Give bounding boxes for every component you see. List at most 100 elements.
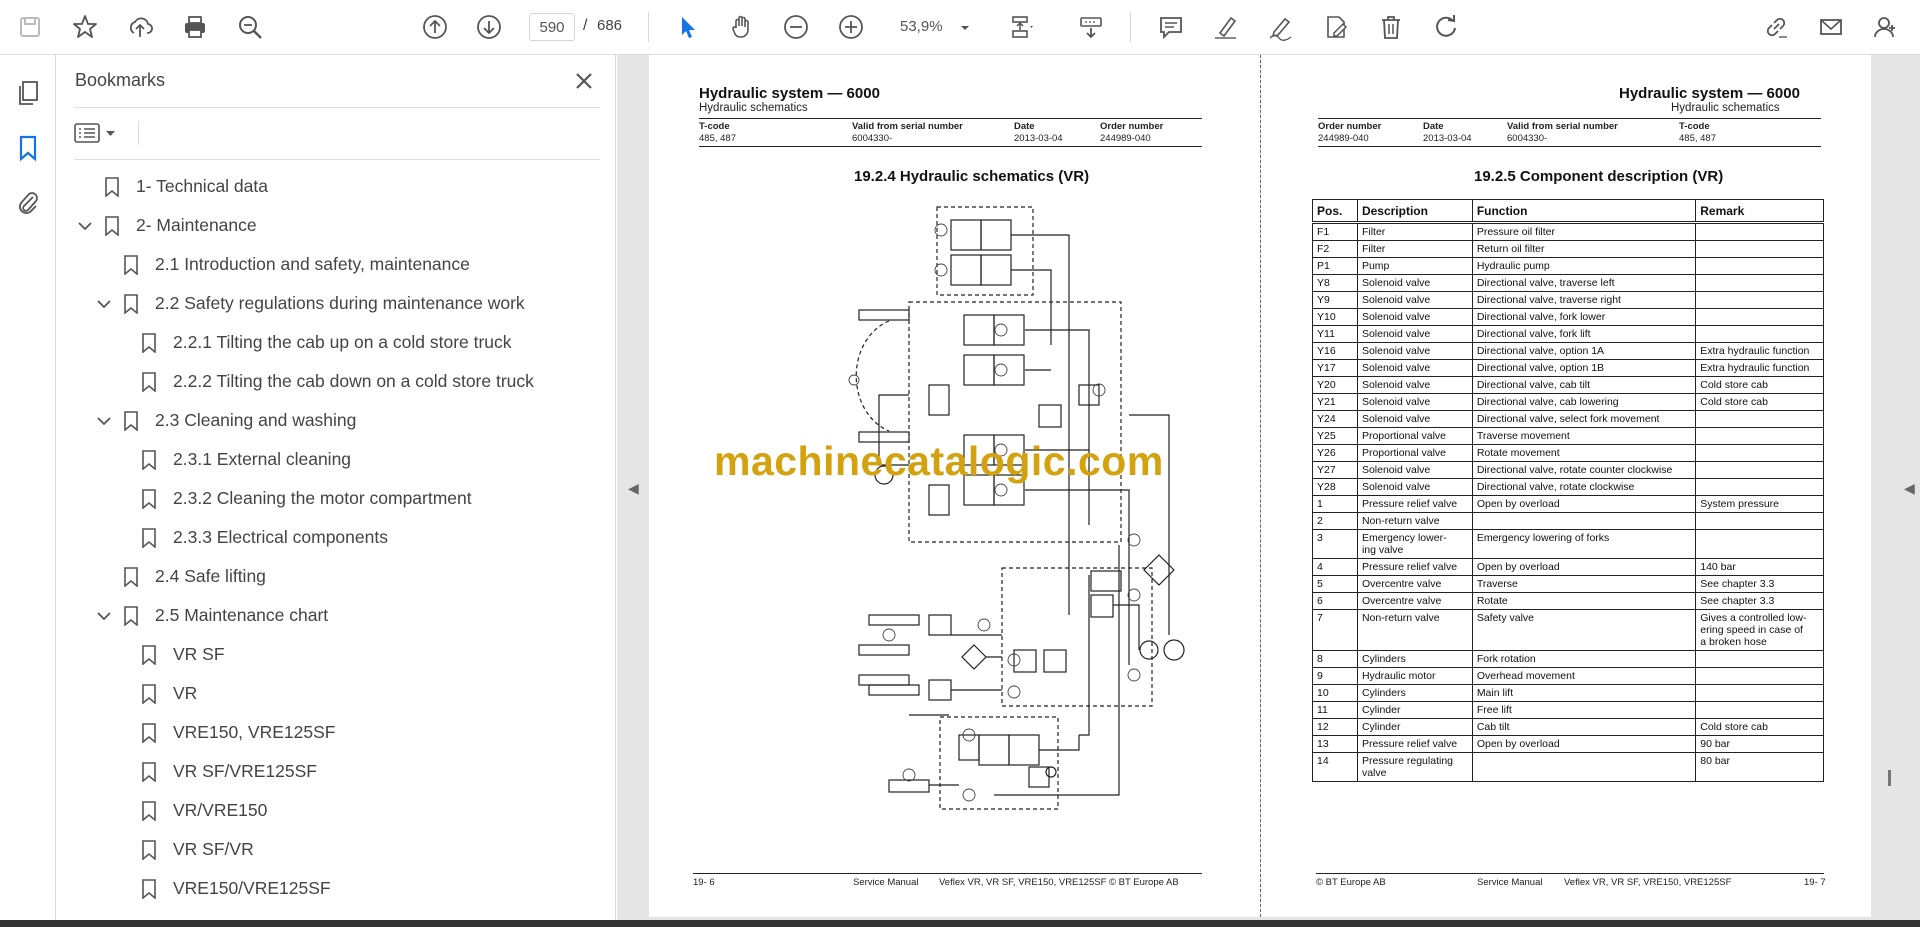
table-row: Y27 Solenoid valve Directional valve, rota…: [1312, 461, 1824, 479]
bookmark-item[interactable]: VRE150, VRE125SF: [111, 713, 335, 752]
bookmarks-icon[interactable]: [12, 132, 44, 164]
comment-icon[interactable]: [1153, 9, 1189, 45]
table-cell: 140 bar: [1695, 558, 1824, 576]
print-icon[interactable]: [177, 9, 213, 45]
table-cell: Traverse: [1471, 575, 1697, 593]
page-fit-icon[interactable]: [1004, 9, 1040, 45]
bookmark-item[interactable]: 2.2 Safety regulations during maintenanc…: [93, 284, 525, 323]
bookmark-item[interactable]: 2.1 Introduction and safety, maintenance: [93, 245, 470, 284]
footer-rule: [693, 873, 1202, 874]
page-subtitle: Hydraulic schematics: [699, 102, 808, 114]
table-cell: 10: [1312, 684, 1358, 702]
delete-icon[interactable]: [1373, 9, 1409, 45]
bookmark-item[interactable]: 2.2.1 Tilting the cab up on a cold store…: [111, 323, 512, 362]
scroll-mode-icon[interactable]: [1073, 9, 1109, 45]
highlight-pen-icon[interactable]: [1208, 9, 1244, 45]
footer-page-number: 19- 7: [1804, 877, 1826, 888]
chevron-down-icon[interactable]: [93, 293, 115, 315]
table-cell: Y26: [1312, 444, 1358, 462]
bookmark-label: VR: [173, 683, 198, 703]
bookmark-flag-icon: [139, 838, 159, 862]
chevron-down-icon[interactable]: [74, 215, 96, 237]
draw-signature-icon[interactable]: [1263, 9, 1299, 45]
table-cell: Cold store cab: [1695, 376, 1824, 394]
attachments-icon[interactable]: [12, 187, 44, 219]
bookmark-label: 2.2.2 Tilting the cab down on a cold sto…: [173, 371, 534, 391]
collapse-left-panel-icon[interactable]: ◀: [628, 480, 639, 497]
table-cell: 6: [1312, 592, 1358, 610]
edit-document-icon[interactable]: [1318, 9, 1354, 45]
table-cell: Traverse movement: [1471, 427, 1697, 445]
next-page-icon[interactable]: [471, 9, 507, 45]
email-icon[interactable]: [1813, 9, 1849, 45]
zoom-search-icon[interactable]: [232, 9, 268, 45]
expand-right-panel-icon[interactable]: ◀: [1904, 480, 1915, 497]
table-cell: Non-return valve: [1356, 609, 1473, 651]
bookmark-item[interactable]: 2.4 Safe lifting: [93, 557, 266, 596]
bookmark-item[interactable]: 2.3.2 Cleaning the motor compartment: [111, 479, 472, 518]
bookmark-item[interactable]: 1- Technical data: [74, 167, 268, 206]
zoom-level-select[interactable]: 53,9%: [890, 13, 980, 41]
hand-tool-icon[interactable]: [724, 9, 760, 45]
table-cell: Proportional valve: [1356, 444, 1473, 462]
table-row: 2 Non-return valve: [1312, 512, 1824, 530]
page-number-input[interactable]: 590: [529, 13, 575, 41]
previous-page-icon[interactable]: [417, 9, 453, 45]
bookmark-item[interactable]: VRE150/VRE125SF: [111, 869, 331, 908]
bookmark-item[interactable]: 2.2.2 Tilting the cab down on a cold sto…: [111, 362, 534, 401]
page-thumbnails-icon[interactable]: [12, 77, 44, 109]
close-icon[interactable]: [572, 69, 596, 93]
table-cell: [1695, 410, 1824, 428]
bookmark-item[interactable]: VR/VRE150: [111, 791, 267, 830]
table-row: 4 Pressure relief valve Open by overload 14…: [1312, 558, 1824, 576]
footer-copyright: © BT Europe AB: [1316, 877, 1386, 888]
bookmark-item[interactable]: 2.3 Cleaning and washing: [93, 401, 356, 440]
table-cell: Directional valve, option 1B: [1471, 359, 1697, 377]
table-cell: Directional valve, cab tilt: [1471, 376, 1697, 394]
table-cell: Filter: [1356, 222, 1473, 241]
table-row: F1 Filter Pressure oil filter: [1312, 222, 1824, 241]
bookmark-flag-icon: [139, 448, 159, 472]
table-cell: Open by overload: [1471, 495, 1697, 513]
bookmark-item[interactable]: VR SF: [111, 635, 225, 674]
save-icon[interactable]: [12, 9, 48, 45]
table-row: 7 Non-return valve Safety valve Gives a con…: [1312, 609, 1824, 651]
table-cell: 11: [1312, 701, 1358, 719]
table-cell: 9: [1312, 667, 1358, 685]
rotate-icon[interactable]: [1428, 9, 1464, 45]
select-cursor-icon[interactable]: [669, 9, 705, 45]
bookmark-item[interactable]: 2- Maintenance: [74, 206, 257, 245]
star-icon[interactable]: [67, 9, 103, 45]
bookmark-options-button[interactable]: [74, 119, 124, 147]
table-cell: Y24: [1312, 410, 1358, 428]
chevron-down-icon[interactable]: [93, 605, 115, 627]
table-cell: [1695, 529, 1824, 559]
table-row: F2 Filter Return oil filter: [1312, 240, 1824, 258]
table-cell: Y11: [1312, 325, 1358, 343]
table-cell: 12: [1312, 718, 1358, 736]
meta-label: Date: [1014, 121, 1035, 132]
table-row: 11 Cylinder Free lift: [1312, 701, 1824, 719]
upload-cloud-icon[interactable]: [122, 9, 158, 45]
table-cell: Cold store cab: [1695, 393, 1824, 411]
table-cell: Hydraulic motor: [1356, 667, 1473, 685]
bookmark-item[interactable]: VR SF/VRE125SF: [111, 752, 317, 791]
share-link-icon[interactable]: [1758, 9, 1794, 45]
bookmark-label: 2.4 Safe lifting: [155, 566, 266, 586]
account-icon[interactable]: [1868, 9, 1904, 45]
chevron-down-icon[interactable]: [93, 410, 115, 432]
table-row: 14 Pressure regulating valve 80 bar: [1312, 752, 1824, 782]
bookmark-item[interactable]: VR: [111, 674, 197, 713]
footer-manual: Service Manual: [853, 877, 919, 888]
zoom-out-icon[interactable]: [778, 9, 814, 45]
zoom-in-icon[interactable]: [833, 9, 869, 45]
bookmark-label: 2.2 Safety regulations during maintenanc…: [155, 293, 525, 313]
meta-value: 244989-040: [1318, 133, 1369, 144]
bookmark-item[interactable]: 2.3.3 Electrical components: [111, 518, 388, 557]
bookmark-item[interactable]: 2.3.1 External cleaning: [111, 440, 351, 479]
bookmark-item[interactable]: VR SF/VR: [111, 830, 254, 869]
document-scrollbar[interactable]: [1888, 770, 1891, 786]
meta-value: 485, 487: [1679, 133, 1716, 144]
bookmark-item[interactable]: 2.5 Maintenance chart: [93, 596, 328, 635]
